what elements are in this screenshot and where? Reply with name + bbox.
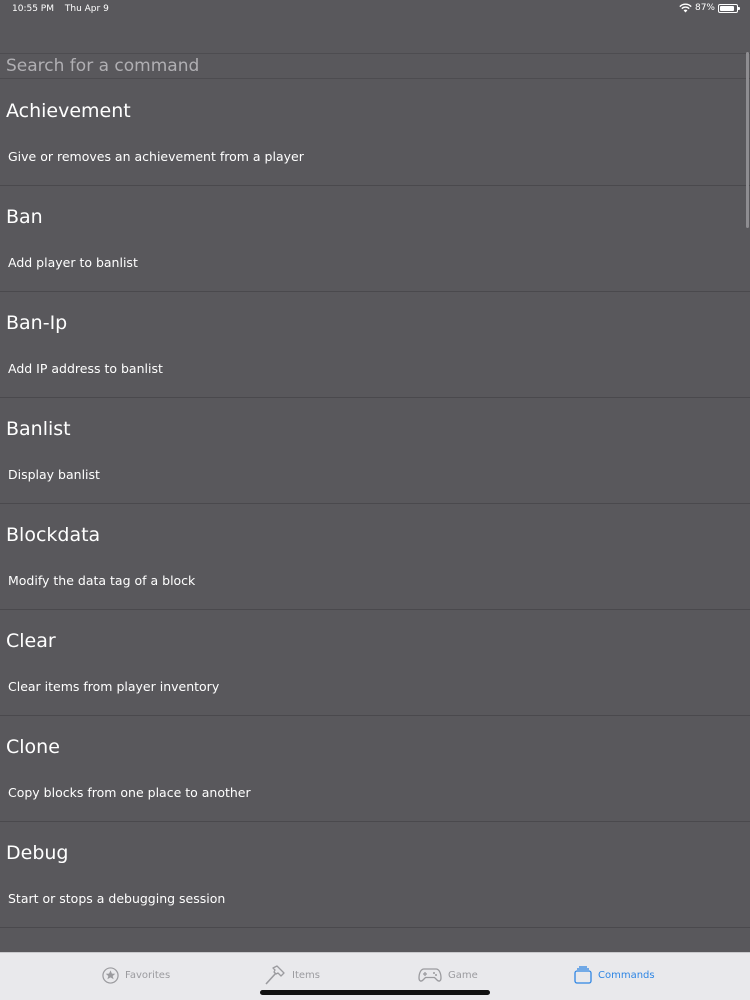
command-title: Clone — [6, 736, 60, 758]
hammer-icon — [265, 965, 285, 985]
search-input[interactable] — [0, 54, 750, 78]
command-description: Clear items from player inventory — [8, 679, 220, 694]
tab-commands[interactable]: Commands — [574, 963, 655, 987]
command-description: Display banlist — [8, 467, 100, 482]
search-bar — [0, 53, 750, 79]
tab-favorites-label: Favorites — [125, 969, 171, 981]
tab-items[interactable]: Items — [264, 963, 320, 987]
command-description: Give or removes an achievement from a pl… — [8, 149, 304, 164]
command-description: Copy blocks from one place to another — [8, 785, 251, 800]
command-list: Achievement Give or removes an achievemen… — [0, 80, 750, 928]
command-row[interactable]: Ban-Ip Add IP address to banlist — [0, 292, 750, 398]
home-indicator[interactable] — [260, 990, 490, 995]
wifi-icon — [679, 3, 692, 13]
command-title: Achievement — [6, 100, 131, 122]
command-title: Ban — [6, 206, 43, 228]
tab-commands-label: Commands — [598, 969, 655, 981]
commands-icon — [574, 966, 592, 984]
command-row[interactable]: Clear Clear items from player inventory — [0, 610, 750, 716]
command-title: Ban-Ip — [6, 312, 68, 334]
command-title: Blockdata — [6, 524, 101, 546]
status-bar: 10:55 PM Thu Apr 9 87% — [0, 0, 750, 18]
command-row[interactable]: Clone Copy blocks from one place to anoth… — [0, 716, 750, 822]
status-right: 87% — [679, 3, 740, 13]
battery-percent: 87% — [694, 3, 715, 13]
gamepad-icon — [418, 968, 442, 982]
command-description: Start or stops a debugging session — [8, 891, 226, 906]
command-row[interactable]: Debug Start or stops a debugging session — [0, 822, 750, 928]
tab-game-label: Game — [448, 969, 478, 981]
command-row[interactable]: Blockdata Modify the data tag of a block — [0, 504, 750, 610]
status-left: 10:55 PM Thu Apr 9 — [12, 4, 109, 14]
command-description: Add player to banlist — [8, 255, 138, 270]
command-title: Banlist — [6, 418, 71, 440]
command-title: Clear — [6, 630, 56, 652]
command-description: Add IP address to banlist — [8, 361, 163, 376]
battery-icon — [718, 3, 740, 13]
command-row[interactable]: Banlist Display banlist — [0, 398, 750, 504]
tab-items-label: Items — [292, 969, 320, 981]
status-time: 10:55 PM — [12, 4, 54, 14]
command-title: Debug — [6, 842, 69, 864]
status-date: Thu Apr 9 — [64, 4, 109, 14]
command-row[interactable]: Achievement Give or removes an achievemen… — [0, 80, 750, 186]
tab-game[interactable]: Game — [418, 963, 478, 987]
command-row[interactable]: Ban Add player to banlist — [0, 186, 750, 292]
scroll-indicator[interactable] — [746, 52, 749, 228]
command-description: Modify the data tag of a block — [8, 573, 196, 588]
star-icon — [102, 966, 119, 984]
tab-favorites[interactable]: Favorites — [102, 963, 170, 987]
battery-fill — [720, 5, 734, 11]
